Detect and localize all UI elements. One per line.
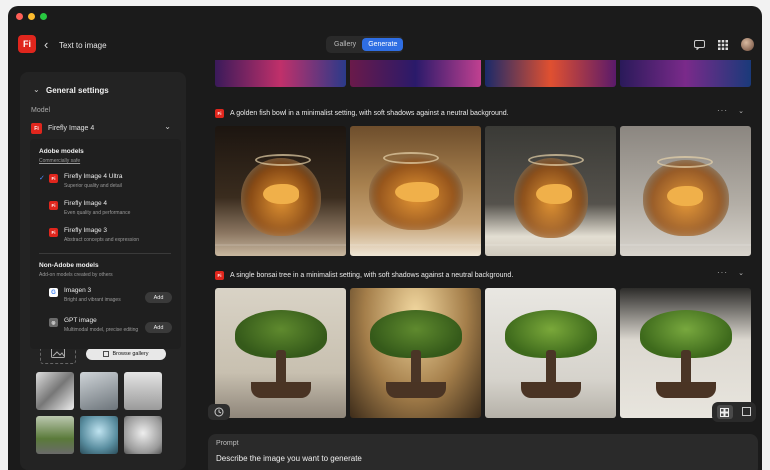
single-view-button[interactable] [742, 403, 752, 421]
result-prompt-text: A single bonsai tree in a minimalist set… [230, 271, 514, 279]
page-title: Text to image [59, 41, 107, 50]
model-option-description: Superior quality and detail [64, 183, 122, 189]
non-adobe-models-heading: Non-Adobe models [39, 262, 99, 269]
google-icon: G [49, 288, 58, 297]
grid-view-icon [720, 407, 730, 417]
generated-image[interactable] [620, 126, 751, 256]
model-option-name: Firefly Image 3 [64, 227, 107, 234]
generated-image[interactable] [485, 288, 616, 418]
style-thumbnail[interactable] [36, 372, 74, 410]
result-prompt-text: A golden fish bowl in a minimalist setti… [230, 109, 509, 117]
adobe-models-heading: Adobe models [39, 148, 84, 155]
add-model-button[interactable]: Add [145, 322, 172, 333]
style-thumbnail[interactable] [124, 372, 162, 410]
style-thumbnail[interactable] [80, 416, 118, 454]
firefly-badge-icon: Fi [215, 108, 224, 118]
generated-image[interactable] [350, 288, 481, 418]
model-option-description: Multimodal model, precise editing [64, 327, 139, 333]
top-bar: Fi ‹ Text to image Gallery Generate [8, 32, 762, 60]
menu-divider [39, 253, 171, 254]
firefly-badge-icon: Fi [49, 228, 58, 237]
result-image[interactable] [350, 60, 481, 87]
non-adobe-models-subtitle: Add-on models created by others [39, 272, 113, 278]
result-prompt-row: Fi A single bonsai tree in a minimalist … [215, 268, 750, 282]
tab-generate[interactable]: Generate [362, 38, 404, 51]
view-switcher: Gallery Generate [326, 36, 404, 53]
style-thumbnail[interactable] [36, 416, 74, 454]
previous-results-strip [215, 60, 751, 87]
generated-image[interactable] [215, 288, 346, 418]
model-option-imagen-3[interactable]: G Imagen 3 Bright and vibrant images Add [39, 286, 174, 310]
app-window: Fi ‹ Text to image Gallery Generate Fi A [8, 6, 762, 470]
collapse-icon[interactable]: ⌄ [738, 269, 744, 277]
style-thumbnail[interactable] [124, 416, 162, 454]
generated-image[interactable] [350, 126, 481, 256]
checkmark-icon: ✓ [39, 175, 45, 182]
model-option-description: Bright and vibrant images [64, 297, 121, 303]
chevron-down-icon: ⌄ [164, 122, 171, 131]
model-option-description: Abstract concepts and expression [64, 237, 140, 243]
more-options-icon[interactable]: ··· [717, 268, 728, 277]
openai-icon: ◎ [49, 318, 58, 327]
single-view-icon [742, 407, 752, 416]
general-settings-heading[interactable]: General settings [46, 86, 109, 95]
firefly-badge-icon: Fi [31, 123, 42, 134]
generated-image[interactable] [485, 126, 616, 256]
maximize-window-button[interactable] [40, 13, 47, 20]
browse-gallery-button[interactable]: Browse gallery [86, 348, 166, 360]
prompt-input[interactable]: Describe the image you want to generate [216, 454, 362, 463]
window-controls [16, 13, 47, 20]
model-dropdown-menu: Adobe models Commercially safe ✓ Fi Fire… [30, 139, 181, 349]
firefly-logo[interactable]: Fi [18, 35, 36, 53]
browse-gallery-label: Browse gallery [112, 351, 149, 357]
top-right-icons [693, 38, 754, 51]
model-option-description: Even quality and performance [64, 210, 131, 216]
grid-view-button[interactable] [716, 405, 733, 419]
model-option-name: GPT image [64, 317, 97, 324]
result-image[interactable] [215, 60, 346, 87]
prompt-panel: Prompt Describe the image you want to ge… [208, 434, 758, 470]
back-arrow-icon[interactable]: ‹ [44, 37, 48, 52]
chevron-down-icon[interactable]: ⌄ [33, 85, 40, 94]
result-image[interactable] [485, 60, 616, 87]
model-label: Model [31, 107, 51, 114]
model-option-gpt-image[interactable]: ◎ GPT image Multimodal model, precise ed… [39, 316, 174, 346]
selected-model-value: Firefly Image 4 [48, 125, 95, 132]
model-option-firefly-image-4-ultra[interactable]: ✓ Fi Firefly Image 4 Ultra Superior qual… [39, 172, 174, 196]
minimize-window-button[interactable] [28, 13, 35, 20]
result-image[interactable] [620, 60, 751, 87]
generated-image[interactable] [215, 126, 346, 256]
results-area: Fi A golden fish bowl in a minimalist se… [204, 60, 752, 470]
chat-feedback-icon[interactable] [693, 39, 705, 51]
history-button[interactable] [208, 404, 230, 420]
model-option-name: Firefly Image 4 [64, 200, 107, 207]
result-image-grid [215, 126, 752, 256]
more-options-icon[interactable]: ··· [717, 106, 728, 115]
user-avatar[interactable] [741, 38, 754, 51]
result-prompt-row: Fi A golden fish bowl in a minimalist se… [215, 106, 750, 120]
app-grid-icon[interactable] [717, 39, 729, 51]
generated-image[interactable] [620, 288, 751, 418]
history-icon [214, 407, 224, 417]
add-model-button[interactable]: Add [145, 292, 172, 303]
view-mode-toggle [712, 402, 756, 422]
model-option-name: Imagen 3 [64, 287, 92, 294]
style-reference-thumbnails [36, 372, 166, 454]
collapse-icon[interactable]: ⌄ [738, 107, 744, 115]
style-thumbnail[interactable] [80, 372, 118, 410]
firefly-badge-icon: Fi [49, 201, 58, 210]
model-select[interactable]: Fi Firefly Image 4 ⌄ [31, 119, 175, 138]
close-window-button[interactable] [16, 13, 23, 20]
model-option-firefly-image-3[interactable]: Fi Firefly Image 3 Abstract concepts and… [39, 226, 174, 250]
firefly-badge-icon: Fi [49, 174, 58, 183]
tab-gallery[interactable]: Gallery [328, 38, 362, 51]
result-image-grid [215, 288, 752, 418]
prompt-label: Prompt [216, 440, 239, 447]
commercially-safe-link[interactable]: Commercially safe [39, 158, 80, 164]
firefly-badge-icon: Fi [215, 270, 224, 280]
model-option-name: Firefly Image 4 Ultra [64, 173, 123, 180]
model-option-firefly-image-4[interactable]: Fi Firefly Image 4 Even quality and perf… [39, 199, 174, 223]
